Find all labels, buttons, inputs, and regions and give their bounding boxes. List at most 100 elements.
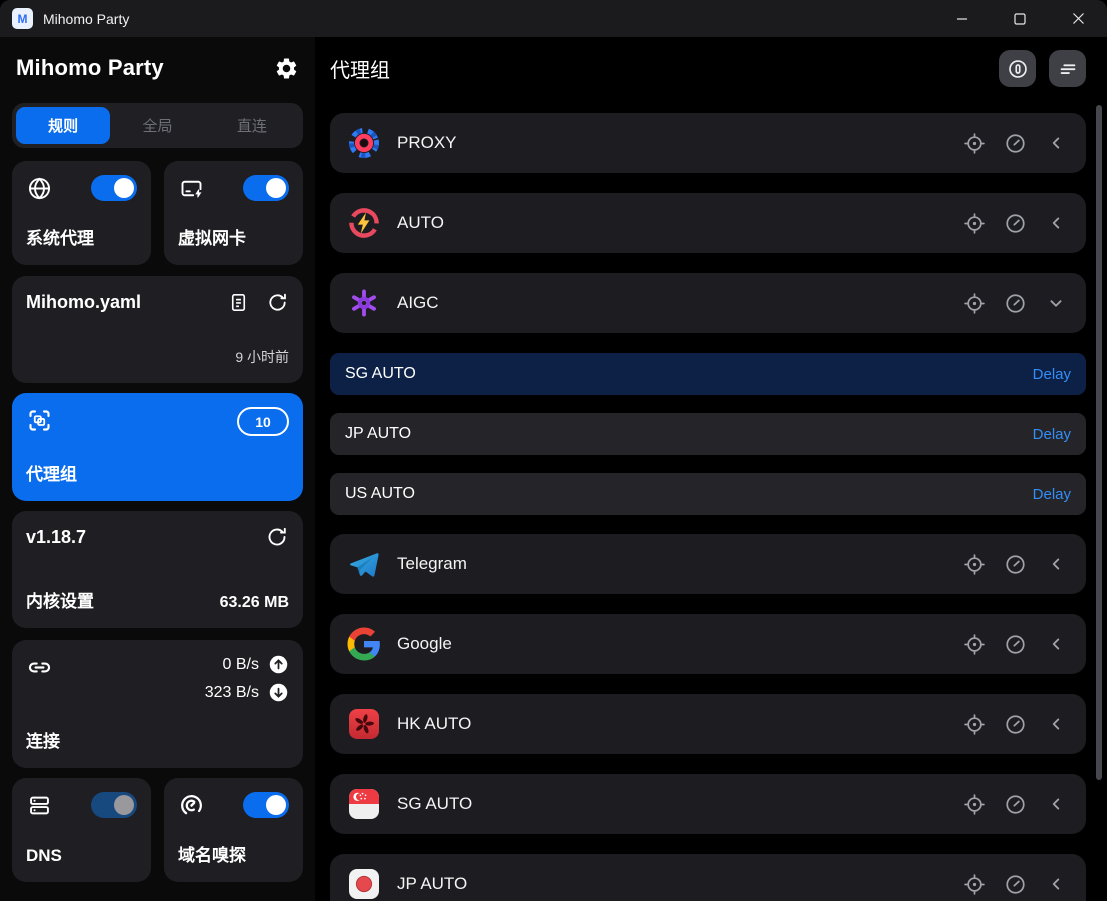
expand-group-button[interactable]: [1044, 712, 1068, 736]
tun-toggle[interactable]: [243, 175, 289, 201]
zero-circle-icon: [1007, 58, 1029, 80]
locate-icon: [963, 713, 986, 736]
group-row-sg-auto[interactable]: SG AUTO: [330, 774, 1086, 834]
close-button[interactable]: [1049, 0, 1107, 37]
tab-direct[interactable]: 直连: [205, 107, 299, 144]
delay-test-button[interactable]: [1003, 792, 1027, 816]
group-row-telegram[interactable]: Telegram: [330, 534, 1086, 594]
locate-node-button[interactable]: [962, 291, 986, 315]
sidebar: Mihomo Party 规则 全局 直连 系统代理: [0, 37, 315, 901]
locate-node-button[interactable]: [962, 632, 986, 656]
delay-test-button[interactable]: [1003, 632, 1027, 656]
delay-test-button[interactable]: [1003, 211, 1027, 235]
sniffer-card[interactable]: 域名嗅探: [164, 778, 303, 882]
chevron-left-icon: [1045, 633, 1067, 655]
tun-card[interactable]: 虚拟网卡: [164, 161, 303, 265]
group-row-google[interactable]: Google: [330, 614, 1086, 674]
profile-name: Mihomo.yaml: [26, 292, 141, 313]
proxy-group-list: PROXY A: [330, 100, 1086, 901]
tab-rule[interactable]: 规则: [16, 107, 110, 144]
delay-test-link[interactable]: Delay: [1033, 426, 1071, 443]
bolt-ring-icon: [346, 205, 382, 241]
settings-button[interactable]: [274, 56, 299, 81]
group-row-auto[interactable]: AUTO: [330, 193, 1086, 253]
group-row-hk-auto[interactable]: HK AUTO: [330, 694, 1086, 754]
group-list-style-button[interactable]: [1049, 50, 1086, 87]
proxy-item-name: SG AUTO: [345, 365, 416, 383]
minimize-button[interactable]: [933, 0, 991, 37]
titlebar: M Mihomo Party: [0, 0, 1107, 37]
group-row-aigc[interactable]: AIGC: [330, 273, 1086, 333]
delay-test-button[interactable]: [1003, 552, 1027, 576]
outbound-mode-tabs: 规则 全局 直连: [12, 103, 303, 148]
tab-global[interactable]: 全局: [110, 107, 204, 144]
upload-rate: 0 B/s: [223, 656, 259, 674]
chevron-left-icon: [1045, 212, 1067, 234]
sidebar-item-proxy-groups[interactable]: 10 代理组: [12, 393, 303, 501]
expand-group-button[interactable]: [1044, 211, 1068, 235]
connections-label: 连接: [26, 727, 289, 752]
locate-icon: [963, 633, 986, 656]
profile-card[interactable]: Mihomo.yaml 9 小时前: [12, 276, 303, 383]
chevron-left-icon: [1045, 713, 1067, 735]
sniffer-icon: [178, 792, 205, 819]
delay-test-button[interactable]: [1003, 872, 1027, 896]
maximize-button[interactable]: [991, 0, 1049, 37]
vertical-scrollbar[interactable]: [1096, 105, 1102, 780]
main-panel: 代理组 PROXY: [315, 37, 1107, 901]
expand-group-button[interactable]: [1044, 872, 1068, 896]
locate-node-button[interactable]: [962, 872, 986, 896]
expand-group-button[interactable]: [1044, 792, 1068, 816]
delay-test-button[interactable]: [1003, 712, 1027, 736]
proxy-group-icon: [26, 407, 53, 434]
refresh-icon: [265, 525, 289, 549]
delay-test-link[interactable]: Delay: [1033, 366, 1071, 383]
sniffer-toggle[interactable]: [243, 792, 289, 818]
gear-icon: [274, 56, 299, 81]
system-proxy-card[interactable]: 系统代理: [12, 161, 151, 265]
app-title: Mihomo Party: [16, 55, 164, 81]
locate-icon: [963, 132, 986, 155]
group-row-jp-auto[interactable]: JP AUTO: [330, 854, 1086, 901]
locate-icon: [963, 793, 986, 816]
locate-node-button[interactable]: [962, 712, 986, 736]
locate-node-button[interactable]: [962, 131, 986, 155]
delay-test-button[interactable]: [1003, 131, 1027, 155]
profile-updated-time: 9 小时前: [235, 347, 289, 367]
download-circle-icon: [268, 682, 289, 703]
connections-card[interactable]: 0 B/s 323 B/s 连接: [12, 640, 303, 768]
expand-group-button[interactable]: [1044, 552, 1068, 576]
expand-group-button[interactable]: [1044, 131, 1068, 155]
group-name: SG AUTO: [397, 794, 472, 814]
gauge-icon: [1004, 793, 1027, 816]
dns-label: DNS: [26, 846, 137, 866]
delay-chip-toggle-button[interactable]: [999, 50, 1036, 87]
group-name: AUTO: [397, 213, 444, 233]
core-settings-card[interactable]: v1.18.7 内核设置 63.26 MB: [12, 511, 303, 628]
dns-toggle[interactable]: [91, 792, 137, 818]
group-row-proxy[interactable]: PROXY: [330, 113, 1086, 173]
proxy-item-jp-auto[interactable]: JP AUTO Delay: [330, 413, 1086, 455]
update-profile-button[interactable]: [265, 290, 289, 314]
edit-profile-button[interactable]: [226, 290, 250, 314]
group-name: Google: [397, 634, 452, 654]
collapse-group-button[interactable]: [1044, 291, 1068, 315]
locate-node-button[interactable]: [962, 792, 986, 816]
locate-node-button[interactable]: [962, 552, 986, 576]
proxy-groups-label: 代理组: [26, 460, 289, 485]
proxy-group-count-badge: 10: [237, 407, 289, 436]
locate-node-button[interactable]: [962, 211, 986, 235]
expand-group-button[interactable]: [1044, 632, 1068, 656]
proxy-item-us-auto[interactable]: US AUTO Delay: [330, 473, 1086, 515]
delay-test-link[interactable]: Delay: [1033, 486, 1071, 503]
core-settings-label: 内核设置: [26, 587, 94, 612]
hk-flag-icon: [346, 706, 382, 742]
page-title: 代理组: [330, 54, 390, 83]
restart-core-button[interactable]: [265, 525, 289, 549]
dns-card[interactable]: DNS: [12, 778, 151, 882]
locate-icon: [963, 873, 986, 896]
system-proxy-toggle[interactable]: [91, 175, 137, 201]
proxy-item-sg-auto[interactable]: SG AUTO Delay: [330, 353, 1086, 395]
delay-test-button[interactable]: [1003, 291, 1027, 315]
group-name: JP AUTO: [397, 874, 467, 894]
